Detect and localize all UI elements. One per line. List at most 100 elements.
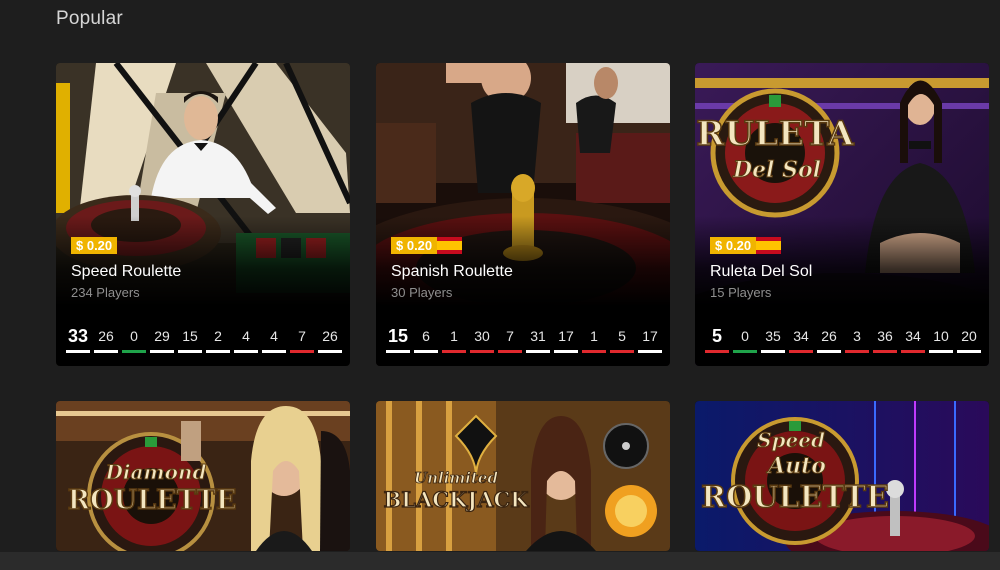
result-color-bar [789, 350, 813, 353]
result-color-bar [873, 350, 897, 353]
game-card-spanish-roulette[interactable]: $ 0.20 Spanish Roulette 30 Players 15 6 1 3… [376, 63, 670, 366]
result-value: 17 [642, 328, 658, 344]
result-number: 0 [733, 325, 757, 353]
result-number: 1 [442, 325, 466, 353]
logo-text: Unlimited [414, 469, 498, 487]
result-color-bar [66, 350, 90, 353]
game-thumbnail: Diamond ROULETTE [56, 401, 350, 551]
logo-text: Diamond [105, 460, 207, 484]
result-value: 31 [530, 328, 546, 344]
result-value: 5 [618, 328, 626, 344]
result-value: 15 [387, 326, 409, 346]
recent-results: 15 6 1 30 7 31 17 1 5 17 [386, 325, 662, 353]
logo-text: RULETA [696, 114, 854, 154]
result-number: 1 [582, 325, 606, 353]
min-bet-badge: $ 0.20 [391, 237, 438, 254]
result-number: 34 [789, 325, 813, 353]
result-color-bar [470, 350, 494, 353]
result-number: 33 [66, 325, 90, 353]
result-number: 3 [845, 325, 869, 353]
result-value: 10 [933, 328, 949, 344]
result-number: 31 [526, 325, 550, 353]
result-number: 36 [873, 325, 897, 353]
result-color-bar [761, 350, 785, 353]
game-card-speed-roulette[interactable]: $ 0.20 Speed Roulette 234 Players 33 26 0 2… [56, 63, 350, 366]
result-color-bar [206, 350, 230, 353]
result-value: 0 [741, 328, 749, 344]
result-color-bar [234, 350, 258, 353]
result-number: 17 [638, 325, 662, 353]
result-value: 0 [130, 328, 138, 344]
logo-text: Speed [757, 428, 825, 452]
result-value: 26 [322, 328, 338, 344]
logo-text: Auto [766, 453, 826, 479]
logo-text: ROULETTE [68, 485, 237, 516]
result-number: 15 [178, 325, 202, 353]
result-number: 29 [150, 325, 174, 353]
result-color-bar [610, 350, 634, 353]
result-value: 26 [98, 328, 114, 344]
result-value: 7 [298, 328, 306, 344]
result-color-bar [122, 350, 146, 353]
result-value: 34 [905, 328, 921, 344]
result-value: 3 [853, 328, 861, 344]
result-number: 26 [94, 325, 118, 353]
result-value: 33 [67, 326, 89, 346]
logo-text: ROULETTE [701, 480, 889, 515]
result-color-bar [318, 350, 342, 353]
result-color-bar [845, 350, 869, 353]
result-color-bar [386, 350, 410, 353]
spain-flag-icon [756, 237, 782, 254]
result-value: 29 [154, 328, 170, 344]
result-number: 26 [318, 325, 342, 353]
min-bet-badge: $ 0.20 [71, 237, 118, 254]
bet-row: $ 0.20 [391, 237, 463, 254]
spain-flag-icon [437, 237, 463, 254]
result-value: 5 [711, 326, 722, 346]
result-value: 34 [793, 328, 809, 344]
result-color-bar [290, 350, 314, 353]
result-color-bar [638, 350, 662, 353]
result-number: 34 [901, 325, 925, 353]
player-count: 30 Players [391, 285, 453, 300]
result-number: 5 [610, 325, 634, 353]
bottom-bar [0, 552, 1000, 570]
bet-row: $ 0.20 [71, 237, 118, 254]
result-value: 7 [506, 328, 514, 344]
result-value: 36 [877, 328, 893, 344]
result-number: 17 [554, 325, 578, 353]
result-value: 30 [474, 328, 490, 344]
result-number: 4 [262, 325, 286, 353]
bet-row: $ 0.20 [710, 237, 782, 254]
recent-results: 33 26 0 29 15 2 4 4 7 26 [66, 325, 342, 353]
result-value: 1 [590, 328, 598, 344]
result-value: 35 [765, 328, 781, 344]
recent-results: 5 0 35 34 26 3 36 34 10 20 [705, 325, 981, 353]
result-color-bar [526, 350, 550, 353]
result-color-bar [262, 350, 286, 353]
game-card-ruleta-del-sol[interactable]: RULETA Del Sol $ 0.20 Ruleta Del Sol 15 … [695, 63, 989, 366]
result-value: 4 [242, 328, 250, 344]
game-thumbnail: Unlimited BLACKJACK [376, 401, 670, 551]
result-value: 2 [214, 328, 222, 344]
logo-text: Del Sol [732, 157, 821, 183]
logo-text: BLACKJACK [384, 487, 530, 512]
result-number: 15 [386, 325, 410, 353]
result-number: 2 [206, 325, 230, 353]
result-number: 7 [290, 325, 314, 353]
result-number: 6 [414, 325, 438, 353]
result-color-bar [705, 350, 729, 353]
result-color-bar [817, 350, 841, 353]
section-title: Popular [56, 8, 123, 29]
result-number: 35 [761, 325, 785, 353]
result-number: 20 [957, 325, 981, 353]
result-color-bar [582, 350, 606, 353]
game-title: Spanish Roulette [391, 263, 513, 280]
game-thumbnail: Speed Auto ROULETTE [695, 401, 989, 551]
game-title: Speed Roulette [71, 263, 182, 280]
game-card-diamond-roulette[interactable]: Diamond ROULETTE [56, 401, 350, 551]
result-color-bar [94, 350, 118, 353]
game-card-speed-auto-roulette[interactable]: Speed Auto ROULETTE [695, 401, 989, 551]
min-bet-badge: $ 0.20 [710, 237, 757, 254]
game-card-unlimited-blackjack[interactable]: Unlimited BLACKJACK [376, 401, 670, 551]
